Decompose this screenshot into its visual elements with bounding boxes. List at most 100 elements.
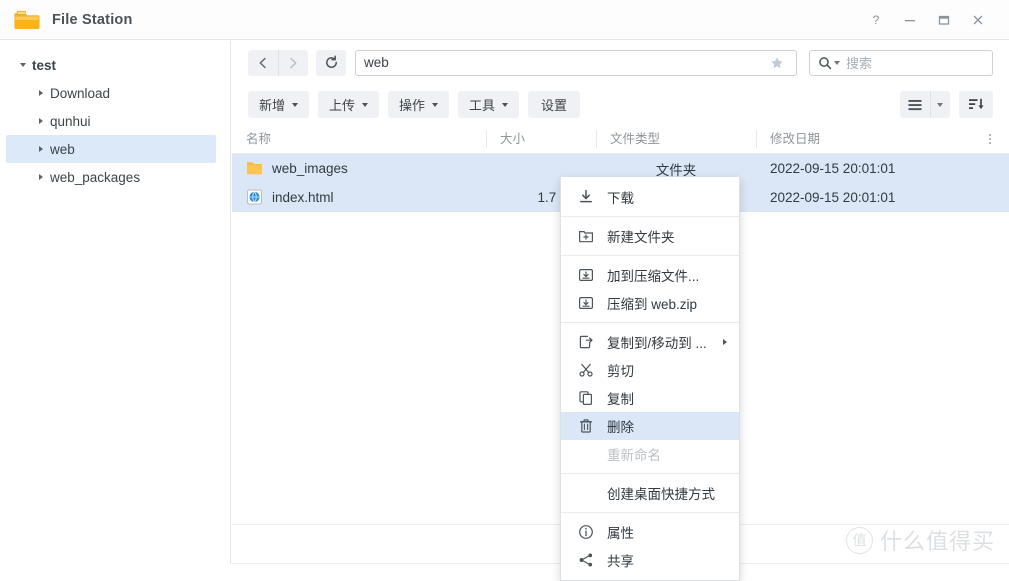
menu-separator [561, 322, 739, 323]
settings-button[interactable]: 设置 [528, 91, 581, 118]
chevron-down-icon [502, 102, 509, 107]
menu-item-label: 删除 [607, 420, 634, 435]
back-button[interactable] [248, 50, 278, 76]
file-date-cell: 2022-09-15 20:01:01 [770, 161, 896, 176]
menu-separator [561, 473, 739, 474]
file-type-cell: 文件夹 [655, 162, 697, 178]
caret-right-icon[interactable] [32, 174, 50, 180]
menu-item-rename: 重新命名 [561, 440, 739, 468]
sidebar-item-label: Download [50, 85, 111, 101]
copy-move-icon [577, 333, 595, 351]
chevron-down-icon [432, 102, 439, 107]
menu-item-label: 重新命名 [607, 448, 661, 463]
menu-item-properties[interactable]: 属性 [561, 518, 739, 546]
menu-item-label: 加到压缩文件... [607, 269, 700, 284]
navigation-bar: web 搜索 [232, 41, 1009, 84]
sidebar-item-label: qunhui [50, 113, 91, 129]
menu-item-label: 复制到/移动到 ... [607, 336, 707, 351]
html-file-icon [246, 189, 263, 206]
tools-button[interactable]: 工具 [458, 91, 520, 118]
menu-item-download[interactable]: 下载 [561, 183, 739, 211]
chevron-down-icon[interactable] [930, 91, 950, 118]
path-value: web [364, 55, 389, 70]
upload-button[interactable]: 上传 [318, 91, 380, 118]
menu-item-label: 新建文件夹 [607, 230, 675, 245]
chevron-right-icon [723, 339, 727, 345]
menu-item-label: 创建桌面快捷方式 [607, 487, 715, 502]
sidebar-item-download[interactable]: Download [6, 79, 216, 107]
window-title: File Station [52, 11, 133, 28]
menu-item-cut[interactable]: 剪切 [561, 356, 739, 384]
scissors-icon [577, 361, 595, 379]
maximize-button[interactable] [927, 5, 961, 35]
upload-button-label: 上传 [329, 98, 356, 113]
sidebar-item-label: test [32, 57, 57, 73]
trash-icon [577, 417, 595, 435]
action-toolbar: 新增 上传 操作 工具 设置 [232, 84, 1009, 125]
sort-descending-icon[interactable] [959, 91, 993, 118]
path-input[interactable]: web [355, 49, 797, 76]
search-icon[interactable] [818, 56, 840, 70]
menu-item-label: 属性 [607, 526, 634, 541]
view-controls [900, 91, 993, 118]
caret-down-icon[interactable] [14, 63, 32, 67]
caret-right-icon[interactable] [32, 118, 50, 124]
window-controls: ? [859, 0, 1009, 40]
sidebar-item-web[interactable]: web [6, 135, 216, 163]
menu-item-create-desktop-shortcut[interactable]: 创建桌面快捷方式 [561, 479, 739, 507]
refresh-button[interactable] [316, 49, 346, 76]
menu-separator [561, 216, 739, 217]
menu-separator [561, 255, 739, 256]
menu-item-compress-to-zip[interactable]: 压缩到 web.zip [561, 289, 739, 317]
search-placeholder: 搜索 [846, 56, 873, 71]
sidebar-item-label: web_packages [50, 169, 141, 185]
chevron-down-icon[interactable] [834, 60, 840, 65]
file-name-cell: index.html [232, 189, 486, 206]
minimize-button[interactable] [893, 5, 927, 35]
star-icon[interactable] [766, 52, 788, 74]
folder-icon [246, 160, 263, 177]
help-button[interactable]: ? [859, 5, 893, 35]
menu-item-delete[interactable]: 删除 [561, 412, 739, 440]
chevron-down-icon [292, 102, 299, 107]
column-header-type[interactable]: 文件类型 [596, 130, 756, 148]
folder-icon [14, 9, 40, 31]
archive-icon [577, 294, 595, 312]
create-button-label: 新增 [259, 98, 286, 113]
info-icon [577, 523, 595, 541]
menu-item-share[interactable]: 共享 [561, 546, 739, 574]
forward-button[interactable] [278, 50, 308, 76]
column-options-icon[interactable] [981, 125, 999, 153]
menu-item-copy-move-to[interactable]: 复制到/移动到 ... [561, 328, 739, 356]
menu-item-add-to-archive[interactable]: 加到压缩文件... [561, 261, 739, 289]
share-icon [577, 551, 595, 569]
menu-item-copy[interactable]: 复制 [561, 384, 739, 412]
file-date-cell: 2022-09-15 20:01:01 [770, 190, 896, 205]
column-header-date[interactable]: 修改日期 [756, 130, 970, 148]
menu-item-label: 共享 [607, 554, 634, 569]
copy-icon [577, 389, 595, 407]
close-button[interactable] [961, 5, 995, 35]
sidebar: test Download qunhui web web_packages [0, 41, 231, 564]
action-button[interactable]: 操作 [388, 91, 450, 118]
caret-right-icon[interactable] [32, 90, 50, 96]
sidebar-item-label: web [50, 141, 75, 157]
column-headers: 名称 大小 文件类型 修改日期 [232, 125, 1009, 154]
column-header-size[interactable]: 大小 [486, 130, 596, 148]
sidebar-item-web-packages[interactable]: web_packages [6, 163, 216, 191]
file-station-window: File Station ? test Download qunhui web … [0, 0, 1009, 581]
list-view-icon[interactable] [900, 91, 930, 118]
sidebar-item-qunhui[interactable]: qunhui [6, 107, 216, 135]
sidebar-item-test[interactable]: test [6, 51, 216, 79]
create-button[interactable]: 新增 [248, 91, 310, 118]
column-header-name[interactable]: 名称 [232, 130, 486, 148]
search-input[interactable]: 搜索 [809, 49, 993, 76]
chevron-down-icon [362, 102, 369, 107]
caret-right-icon[interactable] [32, 146, 50, 152]
title-bar: File Station ? [0, 0, 1009, 40]
action-button-label: 操作 [399, 98, 426, 113]
menu-item-new-folder[interactable]: 新建文件夹 [561, 222, 739, 250]
context-menu: 下载 新建文件夹 加到压缩文件... 压缩到 web.zip 复制到/移动到 .… [560, 177, 740, 581]
menu-item-label: 剪切 [607, 364, 634, 379]
archive-icon [577, 266, 595, 284]
